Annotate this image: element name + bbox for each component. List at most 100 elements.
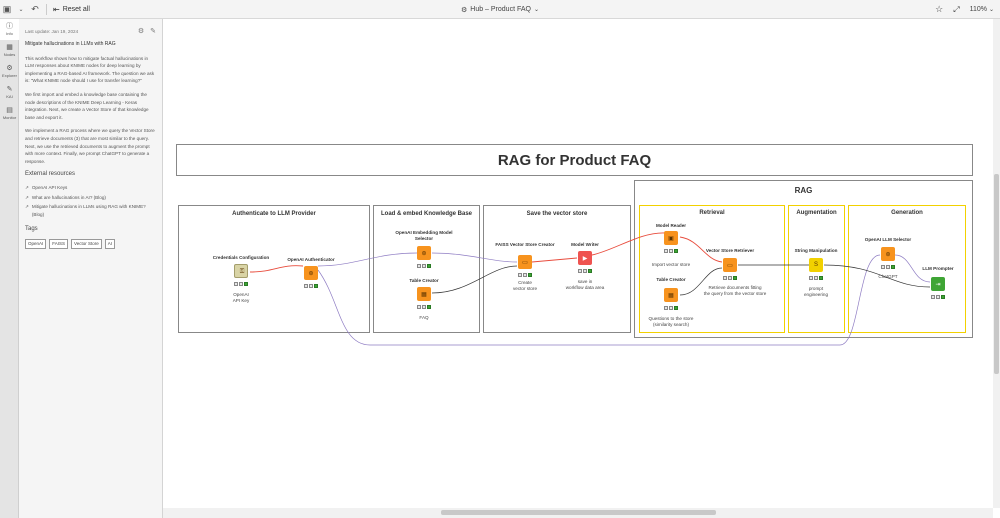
resource-link-label: Mitigate hallucinations in LLMs using RA… bbox=[31, 204, 146, 217]
annotation-title: Load & embed Knowledge Base bbox=[380, 211, 473, 217]
description-paragraph: This workflow shows how to mitigate fact… bbox=[25, 55, 155, 84]
node-label[interactable]: Table Creator bbox=[631, 277, 711, 283]
node-status bbox=[881, 265, 895, 269]
toolbar-right: ☆ ⤢ 110% ⌄ bbox=[935, 0, 994, 19]
annotation-title: Augmentation bbox=[796, 210, 837, 216]
node-label[interactable]: OpenAI LLM Selector bbox=[848, 237, 928, 243]
scrollbar-thumb[interactable] bbox=[994, 174, 999, 374]
star-icon[interactable]: ☆ bbox=[935, 4, 943, 15]
fit-icon[interactable]: ⤢ bbox=[953, 5, 959, 15]
chevron-down-icon[interactable]: ⌄ bbox=[14, 2, 28, 16]
nodes-icon: ▦ bbox=[6, 44, 13, 51]
resource-link-label: OpenAI API Keys bbox=[31, 184, 68, 190]
table-creator-node[interactable]: ▦ bbox=[417, 287, 431, 301]
scrollbar-thumb[interactable] bbox=[441, 510, 716, 515]
model-reader-node[interactable]: ▣ bbox=[664, 231, 678, 245]
node-label[interactable]: Vector Store Retriever bbox=[690, 248, 770, 254]
rail-item-nodes[interactable]: ▦ Nodes bbox=[0, 40, 19, 61]
resource-link-label: What are hallucinations in AI? (Blog) bbox=[31, 194, 106, 200]
rail-item-monitor[interactable]: ▤ Monitor bbox=[0, 103, 19, 124]
vertical-scrollbar[interactable] bbox=[993, 19, 1000, 508]
edit-icon[interactable]: ✎ bbox=[150, 28, 156, 36]
embedding-model-selector-node[interactable]: ⊛ bbox=[417, 246, 431, 260]
prompter-icon: ⇥ bbox=[935, 281, 941, 288]
table-icon: ▦ bbox=[668, 292, 674, 299]
tag[interactable]: AI bbox=[104, 238, 116, 249]
top-bar: ▣ ⌄ ↶ ⇤ Reset all ⚙ Hub – Product FAQ ⌄ … bbox=[0, 0, 1000, 19]
workflow-title-label[interactable]: Hub – Product FAQ bbox=[470, 6, 531, 13]
rail-item-info[interactable]: ⓘ Info bbox=[0, 19, 19, 40]
tags-title: Tags bbox=[25, 226, 38, 233]
description-header: Last update: Jan 19, 2024 ⚙ ✎ bbox=[25, 27, 156, 37]
description-heading: Mitigate hallucinations in LLMs with RAG bbox=[25, 41, 116, 47]
explorer-icon: ⚙ bbox=[6, 65, 13, 72]
table-creator-questions-node[interactable]: ▦ bbox=[664, 288, 678, 302]
rail-item-label: Nodes bbox=[3, 52, 16, 57]
node-description[interactable]: Retrieve documents fitting the query fro… bbox=[690, 285, 780, 296]
faiss-vector-store-creator-node[interactable]: ▭ bbox=[518, 255, 532, 269]
openai-llm-selector-node[interactable]: ⊛ bbox=[881, 247, 895, 261]
node-label[interactable]: Table Creator bbox=[384, 278, 464, 284]
annotation-title: RAG bbox=[794, 186, 813, 195]
rail-item-label: Info bbox=[6, 31, 13, 36]
string-manipulation-node[interactable]: S bbox=[809, 258, 823, 272]
description-paragraph: We implement a RAG process where we quer… bbox=[25, 128, 155, 164]
openai-authenticator-node[interactable]: ⊛ bbox=[304, 266, 318, 280]
rail-item-kai[interactable]: ✎ KAI bbox=[0, 82, 19, 103]
node-status bbox=[234, 282, 248, 286]
annotation-auth[interactable]: Authenticate to LLM Provider bbox=[178, 205, 370, 333]
undo-icon[interactable]: ↶ bbox=[28, 2, 42, 16]
table-icon: ▦ bbox=[421, 291, 427, 298]
node-description[interactable]: ChatGPT bbox=[848, 274, 928, 280]
node-label[interactable]: Credentials Configuration bbox=[201, 255, 281, 261]
annotation-title: Authenticate to LLM Provider bbox=[232, 211, 316, 217]
rail-item-label: Explorer bbox=[2, 73, 17, 78]
vector-store-retriever-node[interactable]: ▭ bbox=[723, 258, 737, 272]
node-label[interactable]: LLM Prompter bbox=[898, 266, 978, 272]
node-description[interactable]: save in workflow data area bbox=[545, 279, 625, 290]
tag-list: OpenAI FAISS Vector Store AI bbox=[25, 238, 156, 249]
monitor-icon: ▤ bbox=[6, 107, 13, 114]
credentials-configuration-node[interactable]: ⚿ bbox=[234, 264, 248, 278]
node-description[interactable]: Questions to the store (similarity searc… bbox=[631, 316, 711, 327]
node-status bbox=[931, 295, 945, 299]
node-description[interactable]: prompt engineering bbox=[776, 286, 856, 297]
annotation-load[interactable]: Load & embed Knowledge Base bbox=[373, 205, 480, 333]
rail-item-label: Monitor bbox=[2, 115, 17, 120]
llm-prompter-node[interactable]: ⇥ bbox=[931, 277, 945, 291]
node-label[interactable]: OpenAI Embedding Model Selector bbox=[384, 230, 464, 241]
resource-link[interactable]: ↗ What are hallucinations in AI? (Blog) bbox=[25, 194, 156, 202]
toolbar-divider bbox=[46, 3, 47, 15]
model-writer-node[interactable]: ▶ bbox=[578, 251, 592, 265]
read-icon: ▣ bbox=[668, 235, 674, 242]
node-label[interactable]: Model Writer bbox=[545, 242, 625, 248]
node-label[interactable]: OpenAI Authenticator bbox=[271, 257, 351, 263]
save-icon[interactable]: ▣ bbox=[0, 2, 14, 16]
link-icon: ↗ bbox=[25, 194, 29, 200]
annotation-save[interactable]: Save the vector store bbox=[483, 205, 631, 333]
node-description[interactable]: OpenAI API Key bbox=[201, 292, 281, 303]
annotation-title: Retrieval bbox=[699, 210, 725, 216]
node-label[interactable]: Model Reader bbox=[631, 223, 711, 229]
horizontal-scrollbar[interactable] bbox=[163, 508, 993, 518]
tag[interactable]: FAISS bbox=[49, 238, 69, 249]
resource-link[interactable]: ↗ Mitigate hallucinations in LLMs using R… bbox=[25, 203, 156, 218]
settings-icon[interactable]: ⚙ bbox=[138, 28, 144, 36]
node-description[interactable]: Import vector store bbox=[631, 262, 711, 268]
chevron-down-icon[interactable]: ⌄ bbox=[534, 6, 539, 13]
node-status bbox=[417, 264, 431, 268]
node-status bbox=[578, 269, 592, 273]
reset-all-button[interactable]: ⇤ Reset all bbox=[53, 5, 90, 14]
description-paragraph: We first import and embed a knowledge ba… bbox=[25, 91, 149, 120]
workflow-title: ⚙ Hub – Product FAQ ⌄ bbox=[0, 0, 1000, 19]
resource-link[interactable]: ↗ OpenAI API Keys bbox=[25, 184, 156, 192]
tag[interactable]: OpenAI bbox=[25, 238, 47, 249]
main-title-annotation[interactable]: RAG for Product FAQ bbox=[176, 144, 973, 176]
zoom-dropdown[interactable]: 110% ⌄ bbox=[970, 6, 994, 13]
tag[interactable]: Vector Store bbox=[71, 238, 102, 249]
resources-title: External resources bbox=[25, 171, 76, 178]
rail-item-explorer[interactable]: ⚙ Explorer bbox=[0, 61, 19, 82]
openai-icon: ⊛ bbox=[885, 251, 891, 258]
node-label[interactable]: String Manipulation bbox=[776, 248, 856, 254]
node-description[interactable]: FAQ bbox=[384, 315, 464, 321]
